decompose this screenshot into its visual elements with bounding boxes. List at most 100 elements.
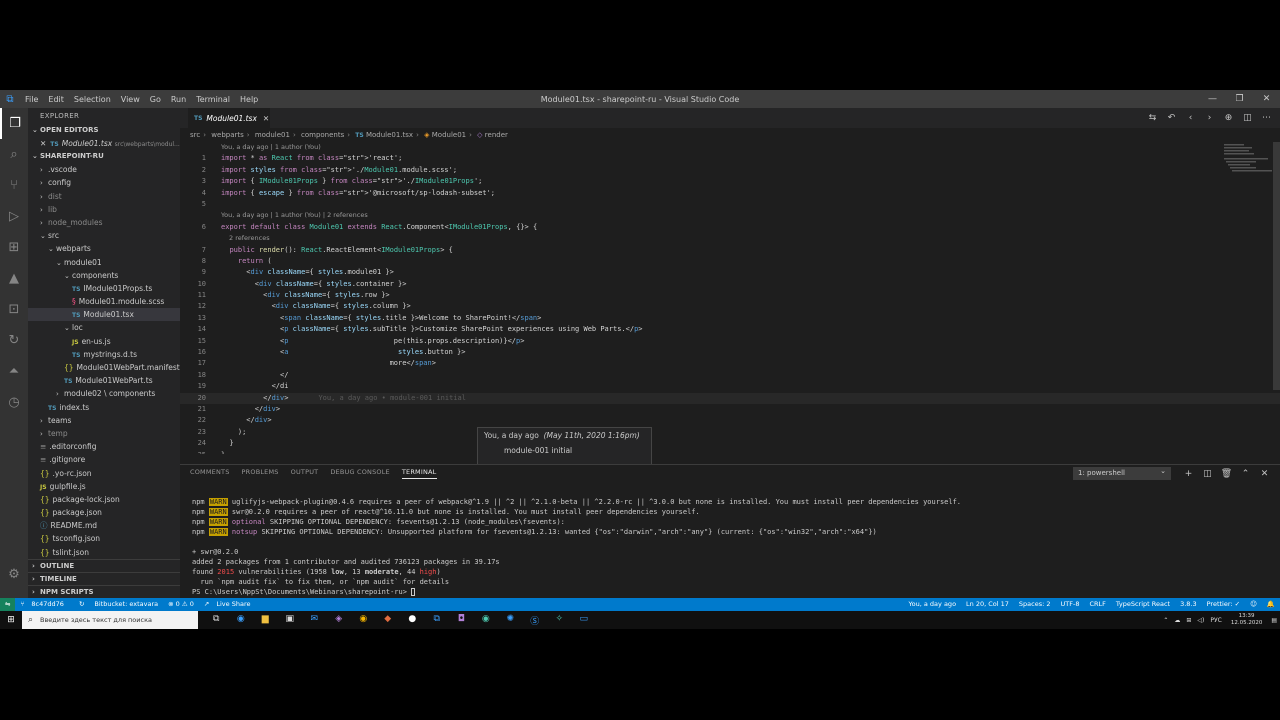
feedback-icon[interactable]: ☺: [1245, 598, 1262, 611]
tab-module01[interactable]: TS Module01.tsx ✕: [188, 108, 270, 128]
tab-debug-console[interactable]: DEBUG CONSOLE: [330, 468, 390, 478]
network-icon[interactable]: ⊞: [1183, 617, 1194, 624]
browser-icon[interactable]: ◉: [474, 614, 499, 627]
compare-icon[interactable]: ⇆: [1143, 113, 1162, 123]
breadcrumb-item[interactable]: module01: [255, 131, 290, 139]
extensions-icon[interactable]: ⊞: [0, 232, 28, 263]
close-icon[interactable]: ✕: [1253, 90, 1280, 108]
workspace-section[interactable]: ⌄ SHAREPOINT-RU: [28, 150, 180, 163]
language-mode[interactable]: TypeScript React: [1111, 598, 1175, 611]
skype-icon[interactable]: Ⓢ: [523, 614, 548, 627]
tab-problems[interactable]: PROBLEMS: [242, 468, 279, 478]
tab-terminal[interactable]: TERMINAL: [401, 468, 437, 479]
minimap[interactable]: [1222, 142, 1272, 182]
tree-item[interactable]: › .vscode: [28, 163, 180, 176]
explorer-icon[interactable]: ❐: [0, 108, 28, 139]
tree-item[interactable]: {} .yo-rc.json: [28, 467, 180, 480]
tab-output[interactable]: OUTPUT: [291, 468, 319, 478]
tree-item[interactable]: › teams: [28, 414, 180, 427]
timeline-section[interactable]: › TIMELINE: [28, 572, 180, 585]
task-view-icon[interactable]: ⧉: [204, 614, 229, 627]
menu-go[interactable]: Go: [145, 95, 166, 104]
close-tab-icon[interactable]: ✕: [263, 114, 269, 123]
split-editor-icon[interactable]: ◫: [1238, 113, 1257, 123]
code-lens[interactable]: You, a day ago | 1 author (You): [180, 142, 1280, 153]
edge-icon[interactable]: ◉: [229, 614, 254, 627]
problems-status[interactable]: ⊗ 0 ⚠ 0: [163, 598, 199, 611]
tree-item[interactable]: TS mystrings.d.ts: [28, 348, 180, 361]
tray-app-icon[interactable]: ☁: [1171, 617, 1183, 624]
tree-item[interactable]: TS IModule01Props.ts: [28, 282, 180, 295]
close-editor-icon[interactable]: ✕: [40, 139, 46, 148]
live-share-status[interactable]: ↗ Live Share: [199, 598, 261, 611]
code-lens[interactable]: 2 references: [180, 233, 1280, 244]
cursor-position[interactable]: Ln 20, Col 17: [961, 598, 1014, 611]
more-actions-icon[interactable]: ⋯: [1257, 113, 1276, 123]
tree-item[interactable]: ⌄ loc: [28, 321, 180, 334]
tree-item[interactable]: TS index.ts: [28, 401, 180, 414]
menu-selection[interactable]: Selection: [69, 95, 116, 104]
tree-item[interactable]: › module02 \ components: [28, 387, 180, 400]
tree-item[interactable]: {}Module01WebPart.manifest.json: [28, 361, 180, 374]
breadcrumb-item[interactable]: Module01.tsx: [366, 131, 413, 139]
tree-item[interactable]: {} tsconfig.json: [28, 532, 180, 545]
tree-item[interactable]: ⌄ components: [28, 269, 180, 282]
menu-view[interactable]: View: [116, 95, 145, 104]
file-explorer-icon[interactable]: ▆: [253, 614, 278, 627]
github-icon[interactable]: ●: [400, 614, 425, 627]
notifications-icon[interactable]: ▤: [1268, 617, 1280, 624]
next-change-icon[interactable]: ›: [1200, 113, 1219, 123]
timeline-icon[interactable]: ◷: [0, 387, 28, 418]
terminal-prompt[interactable]: PS C:\Users\NppSt\Documents\Webinars\sha…: [192, 588, 411, 596]
bitbucket-status[interactable]: Bitbucket: extavara: [89, 598, 163, 611]
prettier-status[interactable]: Prettier: ✓: [1202, 598, 1246, 611]
start-icon[interactable]: ⊞: [0, 615, 22, 625]
blame-status[interactable]: You, a day ago: [904, 598, 962, 611]
editor-scrollbar[interactable]: [1273, 142, 1280, 390]
tree-item[interactable]: JS gulpfile.js: [28, 480, 180, 493]
source-control-icon[interactable]: ⑂: [0, 170, 28, 201]
open-changes-icon[interactable]: ⊕: [1219, 113, 1238, 123]
remote-indicator[interactable]: ⇋: [0, 598, 16, 611]
pinned-app-icon[interactable]: ◆: [376, 614, 401, 627]
tree-item[interactable]: ⌄ src: [28, 229, 180, 242]
maximize-panel-icon[interactable]: ⌃: [1236, 469, 1255, 479]
tab-comments[interactable]: COMMENTS: [190, 468, 230, 478]
clock[interactable]: 13:39 12.05.2020: [1225, 613, 1269, 627]
npm-scripts-section[interactable]: › NPM SCRIPTS: [28, 585, 180, 598]
sync-icon[interactable]: ↻: [74, 598, 89, 611]
breadcrumb-item[interactable]: Module01: [432, 131, 466, 139]
volume-icon[interactable]: ◁): [1194, 617, 1207, 624]
terminal-output[interactable]: npm WARN uglifyjs-webpack-plugin@0.4.6 r…: [192, 497, 961, 597]
terminal-select[interactable]: 1: powershell: [1073, 465, 1171, 480]
eol-status[interactable]: CRLF: [1084, 598, 1110, 611]
tree-item[interactable]: TS Module01WebPart.ts: [28, 374, 180, 387]
azure-icon[interactable]: ▲: [0, 263, 28, 294]
ts-version[interactable]: 3.8.3: [1175, 598, 1202, 611]
menu-file[interactable]: File: [20, 95, 43, 104]
maximize-icon[interactable]: ❐: [1226, 90, 1253, 108]
close-panel-icon[interactable]: ✕: [1255, 469, 1274, 479]
zoom-icon[interactable]: ▭: [572, 614, 597, 627]
tree-item[interactable]: § Module01.module.scss: [28, 295, 180, 308]
tree-item[interactable]: ⌄ webparts: [28, 242, 180, 255]
tree-item[interactable]: TS Module01.tsx: [28, 308, 180, 322]
tree-item[interactable]: {} package-lock.json: [28, 493, 180, 506]
tree-item[interactable]: {} package.json: [28, 506, 180, 519]
trash-icon[interactable]: 🗑: [1217, 469, 1236, 479]
teams-icon[interactable]: ◘: [449, 614, 474, 627]
tree-item[interactable]: › config: [28, 176, 180, 189]
go-back-icon[interactable]: ↶: [1162, 113, 1181, 123]
tree-item[interactable]: › node_modules: [28, 216, 180, 229]
encoding-status[interactable]: UTF-8: [1056, 598, 1085, 611]
tree-item[interactable]: › lib: [28, 203, 180, 216]
tree-item[interactable]: ⓘ README.md: [28, 519, 180, 532]
run-debug-icon[interactable]: ▷: [0, 201, 28, 232]
prev-change-icon[interactable]: ‹: [1181, 113, 1200, 123]
mail-icon[interactable]: ✉: [302, 614, 327, 627]
store-icon[interactable]: ▣: [278, 614, 303, 627]
branch-status[interactable]: ⑂ 8c47dd76: [15, 598, 73, 611]
minimize-icon[interactable]: —: [1199, 90, 1226, 108]
tree-item[interactable]: JS en-us.js: [28, 335, 180, 348]
menu-run[interactable]: Run: [166, 95, 191, 104]
